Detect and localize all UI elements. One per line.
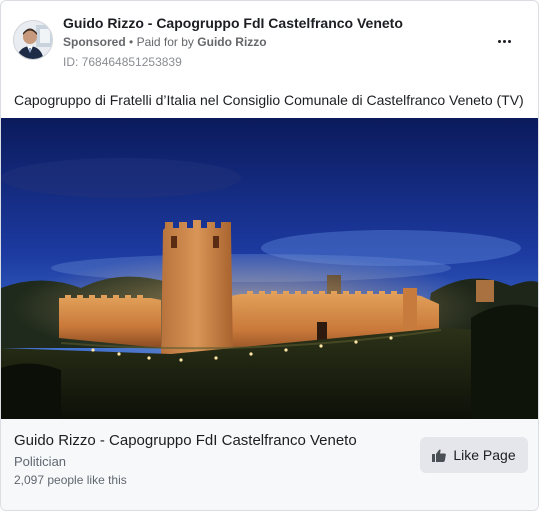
post-image[interactable] — [1, 118, 538, 419]
page-name[interactable]: Guido Rizzo - Capogruppo FdI Castelfranc… — [63, 15, 403, 31]
page-like-count: 2,097 people like this — [14, 473, 127, 487]
more-horizontal-icon-dot — [507, 39, 511, 43]
more-horizontal-icon-dot — [502, 39, 506, 43]
avatar[interactable] — [13, 20, 53, 60]
more-horizontal-icon — [497, 39, 501, 43]
post-header: Guido Rizzo - Capogruppo FdI Castelfranc… — [13, 15, 526, 75]
more-options-button[interactable] — [492, 31, 516, 51]
page-footer: Guido Rizzo - Capogruppo FdI Castelfranc… — [1, 419, 538, 510]
sponsored-label[interactable]: Sponsored — [63, 35, 126, 49]
post-body-text: Capogruppo di Fratelli d’Italia nel Cons… — [14, 92, 524, 108]
thumbs-up-icon — [432, 449, 447, 462]
avatar-image — [14, 21, 52, 59]
footer-page-title[interactable]: Guido Rizzo - Capogruppo FdI Castelfranc… — [14, 432, 357, 449]
separator-dot: • — [129, 35, 134, 49]
ad-card: Guido Rizzo - Capogruppo FdI Castelfranc… — [0, 0, 539, 511]
payer-name: Guido Rizzo — [197, 35, 267, 49]
castle-night-image — [1, 118, 538, 419]
sponsored-line: Sponsored • Paid for by Guido Rizzo — [63, 35, 267, 49]
ad-id: ID: 768464851253839 — [63, 55, 182, 69]
paid-for-by-label: Paid for by — [136, 35, 194, 49]
page-category: Politician — [14, 454, 67, 469]
like-page-label: Like Page — [453, 447, 516, 463]
like-page-button[interactable]: Like Page — [420, 437, 528, 473]
